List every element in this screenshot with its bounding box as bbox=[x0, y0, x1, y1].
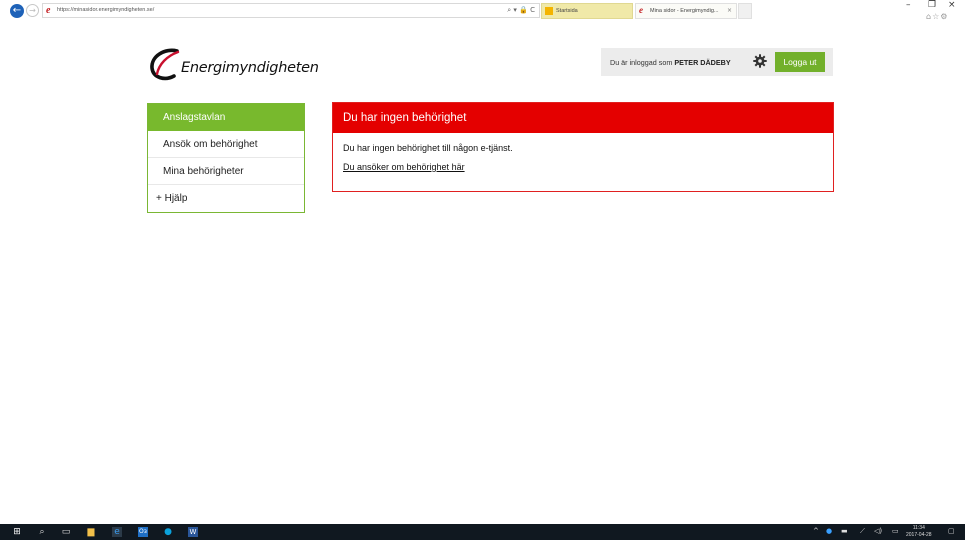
gear-icon[interactable] bbox=[753, 54, 767, 68]
favorites-settings-icons[interactable]: ⌂☆⚙ bbox=[926, 12, 948, 21]
sidebar-item-hjalp[interactable]: + Hjälp bbox=[148, 185, 304, 212]
clock-date: 2017-04-28 bbox=[906, 532, 932, 538]
file-explorer-icon[interactable]: ▆ bbox=[86, 527, 96, 537]
site-favicon-icon: e bbox=[46, 5, 51, 16]
volume-icon[interactable]: ◁) bbox=[874, 527, 882, 535]
minimize-button[interactable]: – bbox=[906, 0, 911, 10]
address-bar[interactable]: e https://minasidor.energimyndigheten.se… bbox=[42, 3, 540, 18]
energimyndigheten-favicon-icon: e bbox=[639, 5, 643, 15]
search-icon[interactable]: ⌕ bbox=[37, 527, 47, 537]
logout-button[interactable]: Logga ut bbox=[775, 52, 825, 72]
clock-time: 11:34 bbox=[912, 525, 925, 531]
tab-startsida[interactable]: Startsida bbox=[541, 3, 633, 19]
apply-permission-link[interactable]: Du ansöker om behörighet här bbox=[343, 162, 465, 172]
browser-window: ← → e https://minasidor.energimyndighete… bbox=[0, 0, 965, 524]
browser-toolbar: ← → e https://minasidor.energimyndighete… bbox=[0, 0, 965, 22]
back-button[interactable]: ← bbox=[10, 4, 24, 18]
word-icon[interactable]: W bbox=[188, 527, 198, 537]
address-url[interactable]: https://minasidor.energimyndigheten.se/ bbox=[57, 7, 154, 13]
forward-button[interactable]: → bbox=[26, 4, 39, 17]
startsida-favicon-icon bbox=[545, 7, 553, 15]
tab-label: Startsida bbox=[556, 8, 578, 14]
tray-network-icon[interactable]: ▬ bbox=[841, 527, 848, 535]
sidebar-item-ansok-om-behorighet[interactable]: Ansök om behörighet bbox=[148, 131, 304, 158]
close-button[interactable]: × bbox=[948, 0, 956, 10]
tray-app-icon[interactable]: ● bbox=[826, 527, 832, 535]
maximize-button[interactable]: ❐ bbox=[928, 0, 936, 10]
alert-message: Du har ingen behörighet till någon e-tjä… bbox=[343, 143, 513, 153]
tab-close-icon[interactable]: × bbox=[727, 7, 732, 14]
user-panel: Du är inloggad som PETER DÄDEBY Logga ut bbox=[601, 48, 833, 76]
logo-mark-icon bbox=[150, 48, 180, 81]
start-windows-icon[interactable]: ⊞ bbox=[12, 527, 22, 537]
task-view-icon[interactable]: ▭ bbox=[61, 527, 71, 537]
tab-label: Mina sidor - Energimyndig... bbox=[650, 8, 719, 14]
notifications-icon[interactable]: ▢ bbox=[948, 527, 955, 535]
sidebar-item-mina-behorigheter[interactable]: Mina behörigheter bbox=[148, 158, 304, 185]
new-tab-button[interactable] bbox=[738, 3, 752, 19]
tab-mina-sidor[interactable]: e Mina sidor - Energimyndig... × bbox=[635, 3, 737, 19]
logo-text: Energimyndigheten bbox=[181, 60, 319, 76]
energimyndigheten-logo[interactable]: Energimyndigheten bbox=[147, 46, 319, 86]
sidebar-item-anslagstavlan[interactable]: Anslagstavlan bbox=[148, 104, 304, 131]
taskbar: ⊞ ⌕ ▭ ▆ e Oз ● W ^ ● ▬ ⟋ ◁) ▭ 11:34 2017… bbox=[0, 524, 965, 540]
taskbar-clock[interactable]: 11:34 2017-04-28 bbox=[906, 525, 932, 539]
logged-in-label: Du är inloggad som PETER DÄDEBY bbox=[610, 58, 731, 67]
skype-icon[interactable]: ● bbox=[163, 527, 173, 537]
logged-in-prefix: Du är inloggad som bbox=[610, 58, 675, 67]
alert-title: Du har ingen behörighet bbox=[333, 103, 833, 133]
no-permission-alert: Du har ingen behörighet Du har ingen beh… bbox=[332, 102, 834, 192]
page-content: Energimyndigheten Du är inloggad som PET… bbox=[0, 22, 965, 524]
sidebar-menu: Anslagstavlan Ansök om behörighet Mina b… bbox=[147, 103, 305, 213]
tray-chevron-icon[interactable]: ^ bbox=[813, 527, 819, 535]
alert-body: Du har ingen behörighet till någon e-tjä… bbox=[333, 133, 833, 172]
keyboard-icon[interactable]: ▭ bbox=[892, 527, 899, 535]
address-tools[interactable]: ⌕ ▾ 🔒 C bbox=[507, 6, 535, 15]
internet-explorer-icon[interactable]: e bbox=[112, 527, 122, 537]
outlook-icon[interactable]: Oз bbox=[138, 527, 148, 537]
user-name: PETER DÄDEBY bbox=[674, 58, 731, 67]
tray-connection-icon[interactable]: ⟋ bbox=[860, 527, 865, 536]
